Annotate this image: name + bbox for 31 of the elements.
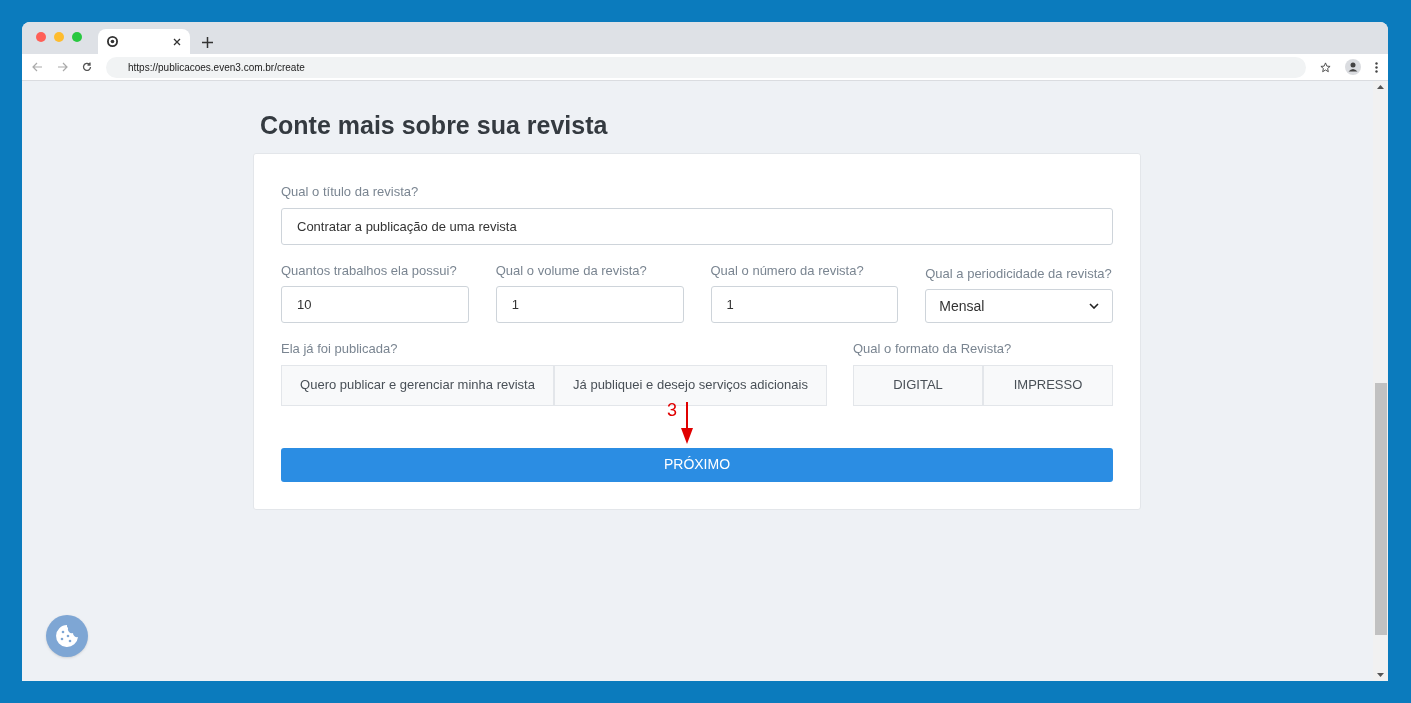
url-field[interactable]: https://publicacoes.even3.com.br/create	[106, 56, 1306, 78]
field-label: Qual o formato da Revista?	[853, 340, 1013, 358]
cookie-icon	[55, 624, 79, 648]
input-field[interactable]: Contratar a publicação de uma revista	[281, 207, 1113, 245]
input-field[interactable]: 1	[495, 286, 684, 323]
field-label: Ela já foi publicada?	[281, 340, 399, 358]
chevron-down-icon	[1089, 303, 1099, 309]
input-field[interactable]: 10	[281, 286, 469, 323]
field-label: Qual a periodicidade da revista?	[925, 264, 1113, 283]
option-button[interactable]: IMPRESSO	[983, 364, 1113, 406]
annotation-arrow	[680, 402, 694, 444]
scrollbar-thumb[interactable]	[1374, 383, 1387, 635]
input-field[interactable]: 1	[710, 286, 899, 323]
field-label: Qual o número da revista?	[710, 261, 865, 280]
field-label: Quantos trabalhos ela possui?	[281, 261, 458, 280]
scroll-down-icon[interactable]	[1377, 673, 1384, 677]
menu-icon[interactable]	[1375, 61, 1378, 73]
select-field[interactable]: Mensal	[925, 289, 1113, 323]
globe-icon	[107, 36, 118, 47]
field-label: Qual o título da revista?	[281, 183, 420, 201]
close-icon[interactable]	[173, 37, 181, 46]
reload-icon[interactable]	[82, 62, 92, 72]
browser-tab[interactable]	[98, 29, 190, 54]
page-title: Conte mais sobre sua revista	[260, 110, 609, 141]
scroll-up-icon[interactable]	[1377, 85, 1384, 89]
profile-icon[interactable]	[1345, 59, 1361, 75]
plus-icon[interactable]	[202, 37, 213, 48]
star-icon[interactable]	[1320, 61, 1331, 73]
option-button[interactable]: Quero publicar e gerenciar minha revista	[281, 364, 554, 406]
option-button[interactable]: DIGITAL	[853, 364, 983, 406]
field-label: Qual o volume da revista?	[495, 261, 648, 280]
